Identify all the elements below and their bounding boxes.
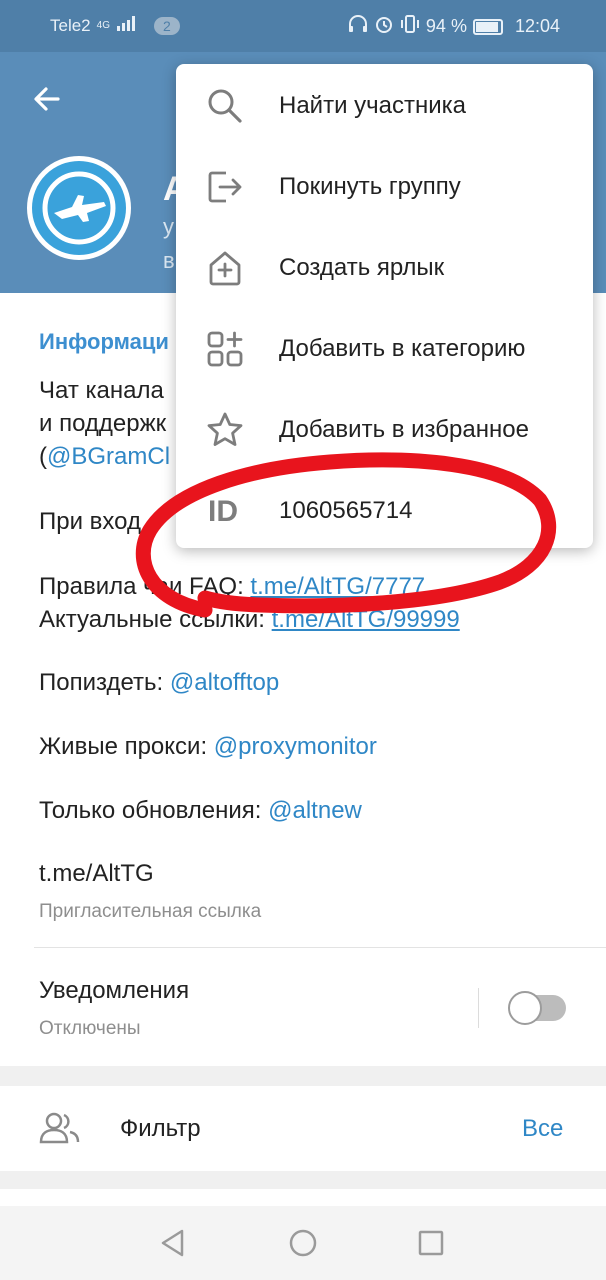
alarm-icon xyxy=(374,14,394,39)
notifications-toggle-knob[interactable] xyxy=(508,991,542,1025)
category-icon xyxy=(206,330,244,368)
jet-logo-icon xyxy=(42,171,116,245)
group-id-value: 1060565714 xyxy=(279,497,413,524)
leave-icon xyxy=(206,168,244,206)
updates-line: Только обновления: @altnew xyxy=(39,797,362,825)
notifications-label[interactable]: Уведомления xyxy=(39,977,189,1005)
updates-link[interactable]: @altnew xyxy=(268,797,362,824)
paren-text: ( xyxy=(39,443,47,470)
section-gap-2 xyxy=(0,1171,606,1189)
join-rule-line: При вход xyxy=(39,508,141,535)
battery-icon xyxy=(472,18,503,35)
back-arrow-icon[interactable] xyxy=(30,82,64,116)
menu-item-label: Найти участника xyxy=(279,92,467,119)
menu-item-id[interactable]: ID 1060565714 xyxy=(176,470,593,551)
invite-link[interactable]: t.me/AltTG xyxy=(39,860,154,888)
rules-mid: и FAQ: xyxy=(168,573,251,600)
links-line: Актуальные ссылки: t.me/AltTG/99999 xyxy=(39,606,460,634)
notifications-status: Отключены xyxy=(39,1018,141,1039)
carrier-label: Tele2 xyxy=(50,15,91,35)
updates-label: Только обновления: xyxy=(39,797,269,824)
shortcut-icon xyxy=(206,249,244,287)
group-online-text: в xyxy=(163,248,175,273)
filter-label[interactable]: Фильтр xyxy=(120,1115,201,1143)
battery-percent: 94 % xyxy=(425,16,467,36)
invite-link-caption: Пригласительная ссылка xyxy=(39,901,262,922)
proxy-line: Живые прокси: @proxymonitor xyxy=(39,733,377,761)
links-link[interactable]: t.me/AltTG/99999 xyxy=(272,606,460,633)
signal-icon xyxy=(116,15,138,36)
group-members-text: у xyxy=(163,214,174,239)
notification-count-badge: 2 xyxy=(153,16,180,35)
menu-item-search-member[interactable]: Найти участника xyxy=(176,65,593,146)
star-icon xyxy=(206,411,244,449)
description-line-2: и поддержк xyxy=(39,410,167,437)
links-prefix: Актуальные ссылки: xyxy=(39,606,272,633)
offtop-link[interactable]: @altofftop xyxy=(170,669,279,696)
nav-recents-icon[interactable] xyxy=(417,1229,445,1262)
id-icon: ID xyxy=(208,495,238,528)
nav-back-icon[interactable] xyxy=(158,1228,188,1263)
headphones-icon xyxy=(348,15,368,38)
description-line-3: (@BGramCl xyxy=(39,443,170,471)
status-bar: Tele2 4G 2 94 % 12:04 xyxy=(0,0,606,52)
rules-link[interactable]: t.me/AltTG/7777 xyxy=(250,573,425,600)
menu-item-leave-group[interactable]: Покинуть группу xyxy=(176,146,593,227)
search-icon xyxy=(206,87,244,125)
section-divider xyxy=(34,947,606,948)
network-label: 4G xyxy=(96,20,110,31)
filter-value[interactable]: Все xyxy=(522,1115,563,1143)
members-icon xyxy=(38,1111,80,1150)
rules-prefix: Правила ча xyxy=(39,573,169,600)
group-avatar[interactable] xyxy=(27,156,131,260)
menu-item-create-shortcut[interactable]: Создать ярлык xyxy=(176,227,593,308)
toggle-separator xyxy=(478,988,479,1028)
offtop-line: Попиздеть: @altofftop xyxy=(39,669,279,697)
offtop-label: Попиздеть: xyxy=(39,669,170,696)
system-navigation-bar xyxy=(0,1206,606,1280)
proxy-link[interactable]: @proxymonitor xyxy=(214,733,377,760)
menu-item-label: Добавить в избранное xyxy=(279,416,529,443)
nav-home-icon[interactable] xyxy=(288,1228,318,1263)
info-section-title: Информаци xyxy=(39,329,169,354)
bgram-link[interactable]: @BGramCl xyxy=(47,443,170,470)
menu-item-add-to-favorites[interactable]: Добавить в избранное xyxy=(176,389,593,470)
proxy-label: Живые прокси: xyxy=(39,733,214,760)
menu-item-add-to-category[interactable]: Добавить в категорию xyxy=(176,308,593,389)
menu-item-label: Добавить в категорию xyxy=(279,335,526,362)
description-line-1: Чат канала xyxy=(39,377,164,404)
section-gap xyxy=(0,1066,606,1086)
menu-item-label: Создать ярлык xyxy=(279,254,445,281)
rules-line: Правила чаи FAQ: t.me/AltTG/7777 xyxy=(39,573,425,601)
vibrate-icon xyxy=(400,14,420,39)
overflow-menu: Найти участника Покинуть группу Создать … xyxy=(176,64,593,548)
clock: 12:04 xyxy=(514,16,560,36)
menu-item-label: Покинуть группу xyxy=(279,173,461,200)
